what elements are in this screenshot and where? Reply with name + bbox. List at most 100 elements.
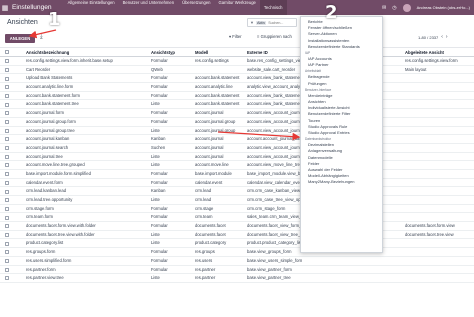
table-row[interactable]: account.journal.search Suchen account.jour…: [0, 144, 474, 153]
search-bar[interactable]: ▼ Aktiv: [247, 18, 297, 27]
dropdown-item[interactable]: IAP Partner: [301, 62, 382, 68]
nav-menu-item[interactable]: Technisch: [259, 0, 287, 15]
row-model: crm.lead: [195, 188, 212, 194]
table-row[interactable]: res.partner.view.tree Liste res.partner bas…: [0, 274, 474, 283]
chevron-right-icon[interactable]: ›: [446, 34, 448, 40]
dropdown-item[interactable]: Many2Many-Beziehungen: [301, 179, 382, 185]
row-type: Formular: [151, 118, 168, 124]
table-row[interactable]: Cart Reorder QWeb website_sale.cart_reorde…: [0, 66, 474, 75]
row-type: Liste: [151, 275, 160, 281]
row-external-id: account.view_account_journal_group_tree: [247, 127, 302, 133]
row-name: account.bank.statement.form: [26, 92, 80, 98]
row-external-id: base.view_groups_form: [247, 249, 292, 255]
row-model: documents.facet: [195, 223, 226, 229]
filter-button[interactable]: ▾ Filter: [229, 34, 242, 39]
table-row[interactable]: account.move.line.tree.grouped Liste accou…: [0, 161, 474, 170]
table-row[interactable]: documents.facet.tree.view.with.folder Lis…: [0, 231, 474, 240]
row-type: Formular: [151, 84, 168, 90]
row-name: documents.facet.tree.view.with.folder: [26, 231, 95, 237]
annotation-badge-2: 2: [325, 2, 338, 23]
dropdown-item[interactable]: Prüfungen: [301, 81, 382, 87]
row-model: account.journal.group: [195, 127, 236, 133]
row-checkbox[interactable]: [5, 274, 10, 284]
table-row[interactable]: calendar.event.form Formular calendar.even…: [0, 179, 474, 188]
table-row[interactable]: Upload Bank Statements Formular account.ba…: [0, 74, 474, 84]
row-name: res.partner.view.tree: [26, 275, 64, 281]
row-name: crm.stage.form: [26, 205, 54, 211]
table-row[interactable]: documents.facet.form.view.with.folder For…: [0, 222, 474, 231]
avatar[interactable]: [402, 3, 411, 12]
row-external-id: calendar.view_calendar_event_form: [247, 179, 302, 185]
create-button[interactable]: ANLEGEN: [5, 34, 35, 43]
header-type[interactable]: Ansichtstyp: [151, 48, 193, 57]
row-inherited-view: documents.facet.tree.view: [405, 231, 454, 237]
table-row[interactable]: crm.stage.form Formular crm.stage crm.crm_s…: [0, 205, 474, 214]
search-facet[interactable]: Aktiv: [255, 20, 267, 25]
main-menu: Allgemeine Einstellungen Benutzer und Unt…: [64, 0, 287, 15]
row-model: product.category: [195, 240, 227, 246]
row-external-id: account.view_account_journal_tree: [247, 153, 302, 159]
nav-menu-item[interactable]: Garnitur Werkzeuge: [214, 0, 259, 15]
header-name[interactable]: Ansichtsbezeichnung: [26, 48, 148, 57]
row-external-id: base_import_module.view_base_module_impo…: [247, 170, 302, 176]
dropdown-item[interactable]: Studio Approval Entries: [301, 130, 382, 136]
row-model: crm.team: [195, 214, 213, 220]
chevron-left-icon[interactable]: ‹: [441, 34, 443, 40]
select-all-checkbox[interactable]: [5, 48, 10, 55]
table-row[interactable]: crm.team.form Formular crm.team sales_team.…: [0, 213, 474, 223]
grid-icon[interactable]: ▦: [0, 0, 10, 15]
row-type: Suchen: [151, 144, 166, 150]
table-row[interactable]: res.config.settings.view.form.inherit.ba…: [0, 57, 474, 66]
clock-icon[interactable]: ◷: [392, 5, 396, 11]
table-body: res.config.settings.view.form.inherit.ba…: [0, 57, 474, 283]
pager-value[interactable]: 1-80 / 2337: [418, 35, 438, 40]
header-external-id[interactable]: Externe ID: [247, 48, 302, 57]
row-model: res.users: [195, 257, 213, 263]
row-model: account.bank.statement: [195, 92, 240, 98]
row-name: account.bank.statement.tree: [26, 101, 79, 107]
row-type: Liste: [151, 240, 160, 246]
table-row[interactable]: account.bank.statement.tree Liste account.…: [0, 100, 474, 110]
nav-menu-item[interactable]: Übersetzungen: [178, 0, 214, 15]
group-by-button[interactable]: ≡ Gruppieren nach: [257, 34, 292, 39]
table-row[interactable]: account.journal.tree Liste account.journal…: [0, 153, 474, 162]
table-row[interactable]: account.journal.kanban Kanban account.jour…: [0, 135, 474, 144]
header-model[interactable]: Modell: [195, 48, 245, 57]
nav-menu-item[interactable]: Allgemeine Einstellungen: [64, 0, 119, 15]
row-model: res.groups: [195, 249, 215, 255]
table-row[interactable]: crm.lead.kanban.lead Kanban crm.lead crm.cr…: [0, 187, 474, 196]
row-type: Formular: [151, 75, 168, 81]
row-type: Formular: [151, 179, 168, 185]
row-model: account.bank.statement: [195, 101, 240, 107]
table-row[interactable]: base.import.module.form.simplified Formul…: [0, 170, 474, 179]
chat-icon[interactable]: ✉: [382, 5, 386, 11]
table-row[interactable]: account.journal.group.form Formular accoun…: [0, 118, 474, 127]
table-row[interactable]: res.groups.form Formular res.groups base.vi…: [0, 248, 474, 257]
table-row[interactable]: res.partner.form Formular res.partner base.…: [0, 266, 474, 275]
row-external-id: crm.crm_case_tree_view_oppor: [247, 197, 302, 202]
app-title[interactable]: Einstellungen: [12, 4, 52, 11]
dropdown-item[interactable]: Benutzerdefinierte Standards: [301, 44, 382, 50]
navbar-right: ✉ ◷ Andreas Obstein (obs-erHo...): [382, 0, 470, 15]
table-row[interactable]: account.journal.form Formular account.jour…: [0, 109, 474, 118]
table-row[interactable]: product.category.list Liste product.catego…: [0, 239, 474, 249]
header-inherited-view[interactable]: Abgeleitete Ansicht: [405, 48, 471, 57]
user-name[interactable]: Andreas Obstein (obs-erHo...): [417, 5, 470, 10]
row-type: Formular: [151, 92, 168, 98]
row-model: account.journal: [195, 153, 224, 159]
row-name: Upload Bank Statements: [26, 75, 73, 81]
row-type: Formular: [151, 205, 168, 211]
download-icon[interactable]: ⤓: [40, 34, 43, 41]
table-row[interactable]: crm.lead.tree.opportunity Liste crm.lead cr…: [0, 196, 474, 205]
control-panel: Ansichten ▼ Aktiv ANLEGEN ⤓ ▾ Filter ≡ G…: [0, 15, 474, 48]
table-row[interactable]: account.journal.group.tree Liste account.j…: [0, 127, 474, 136]
table-row[interactable]: res.users.simplified.form Formular res.use…: [0, 257, 474, 266]
search-input[interactable]: [268, 20, 293, 25]
nav-menu-item[interactable]: Benutzer und Unternehmen: [119, 0, 178, 15]
row-name: account.journal.tree: [26, 153, 63, 159]
row-type: Liste: [151, 162, 160, 168]
table-row[interactable]: account.analytic.line.form Formular accoun…: [0, 83, 474, 92]
table-row[interactable]: account.bank.statement.form Formular accou…: [0, 92, 474, 101]
row-type: Formular: [151, 170, 168, 176]
row-name: res.users.simplified.form: [26, 257, 72, 263]
